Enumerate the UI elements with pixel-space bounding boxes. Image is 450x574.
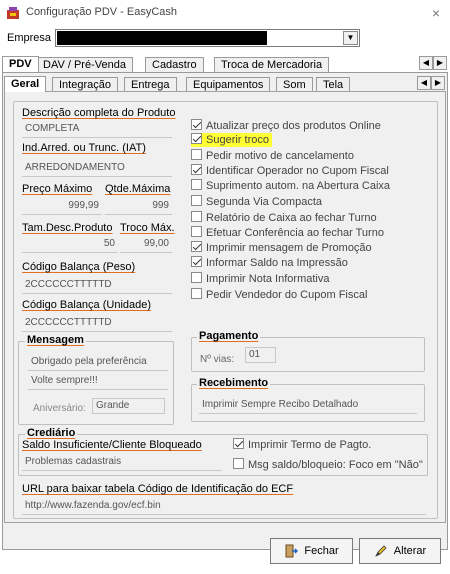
tab-geral[interactable]: Geral <box>4 76 47 92</box>
preco-max-label: Preço Máximo <box>22 183 93 195</box>
tam-desc-label: Tam.Desc.Produto <box>22 222 113 234</box>
tab-dav-pre-venda[interactable]: DAV / Pré-Venda <box>36 57 133 73</box>
checkbox-label: Sugerir troco <box>206 134 269 146</box>
checkbox-informar-saldo[interactable]: Informar Saldo na Impressão <box>191 256 348 270</box>
descricao-label: Descrição completa do Produto <box>22 107 176 119</box>
mensagem-line2-field[interactable]: Volte sempre!!! <box>28 374 168 390</box>
checkbox-box[interactable] <box>191 256 202 267</box>
checkbox-relatorio-caixa[interactable]: Relatório de Caixa ao fechar Turno <box>191 211 377 225</box>
checkbox-box[interactable] <box>233 458 244 469</box>
checkbox-box[interactable] <box>191 241 202 252</box>
recebimento-title: Recebimento <box>197 377 271 389</box>
empresa-value-redacted <box>57 31 267 45</box>
preco-max-field[interactable]: 999,99 <box>22 199 102 215</box>
checkbox-suprimento[interactable]: Suprimento autom. na Abertura Caixa <box>191 179 390 193</box>
checkbox-box[interactable] <box>191 149 202 160</box>
tab-cadastro[interactable]: Cadastro <box>145 57 204 73</box>
url-label: URL para baixar tabela Código de Identif… <box>22 483 294 495</box>
checkbox-label: Segunda Via Compacta <box>206 196 322 208</box>
checkbox-box[interactable] <box>191 133 202 144</box>
title-bar: Configuração PDV - EasyCash × <box>0 0 450 26</box>
descricao-field[interactable]: COMPLETA <box>22 122 172 138</box>
troco-max-field[interactable]: 99,00 <box>120 237 172 253</box>
app-icon <box>7 7 19 19</box>
empresa-select[interactable]: ▼ <box>55 29 360 47</box>
checkbox-pedir-vendedor[interactable]: Pedir Vendedor do Cupom Fiscal <box>191 288 367 302</box>
alterar-label: Alterar <box>393 545 427 557</box>
checkbox-label: Msg saldo/bloqueio: Foco em "Não" <box>248 459 423 471</box>
checkbox-box[interactable] <box>191 211 202 222</box>
checkbox-label: Imprimir mensagem de Promoção <box>206 242 372 254</box>
cod-peso-field[interactable]: 2CCCCCCTTTTTD <box>22 278 172 294</box>
checkbox-box[interactable] <box>191 164 202 175</box>
chevron-down-icon[interactable]: ▼ <box>343 31 358 45</box>
qtde-max-label: Qtde.Máxima <box>105 183 171 195</box>
tab-scroll-left-icon[interactable]: ◀ <box>419 56 433 70</box>
pagamento-title: Pagamento <box>197 330 261 342</box>
fechar-label: Fechar <box>304 545 339 557</box>
tam-desc-field[interactable]: 50 <box>22 237 118 253</box>
checkbox-label: Relatório de Caixa ao fechar Turno <box>206 212 377 224</box>
checkbox-box[interactable] <box>191 179 202 190</box>
checkbox-label: Identificar Operador no Cupom Fiscal <box>206 165 389 177</box>
vias-field[interactable]: 01 <box>245 347 276 363</box>
pencil-icon <box>374 545 387 557</box>
checkbox-identificar-operador[interactable]: Identificar Operador no Cupom Fiscal <box>191 164 389 178</box>
cod-unid-label: Código Balança (Unidade) <box>22 299 152 311</box>
checkbox-mensagem-promocao[interactable]: Imprimir mensagem de Promoção <box>191 241 372 255</box>
checkbox-label: Imprimir Termo de Pagto. <box>248 439 372 451</box>
vias-label: Nº vias: <box>200 354 235 365</box>
checkbox-segunda-via[interactable]: Segunda Via Compacta <box>191 195 322 209</box>
checkbox-label: Imprimir Nota Informativa <box>206 273 330 285</box>
cod-peso-label: Código Balança (Peso) <box>22 261 136 273</box>
checkbox-box[interactable] <box>191 226 202 237</box>
close-icon[interactable]: × <box>425 3 447 23</box>
saldo-insuficiente-label: Saldo Insuficiente/Cliente Bloqueado <box>22 439 202 451</box>
checkbox-label: Pedir motivo de cancelamento <box>206 150 354 162</box>
url-field[interactable]: http://www.fazenda.gov/ecf.bin <box>22 499 426 515</box>
checkbox-label: Informar Saldo na Impressão <box>206 257 348 269</box>
saldo-insuficiente-field[interactable]: Problemas cadastrais <box>22 455 222 471</box>
empresa-label: Empresa <box>7 32 52 44</box>
alterar-button[interactable]: Alterar <box>359 538 441 564</box>
recebimento-field[interactable]: Imprimir Sempre Recibo Detalhado <box>199 398 417 414</box>
checkbox-label: Efetuar Conferência ao fechar Turno <box>206 227 384 239</box>
arred-label: Ind.Arred. ou Trunc. (IAT) <box>22 142 146 154</box>
checkbox-pedir-motivo[interactable]: Pedir motivo de cancelamento <box>191 149 354 163</box>
checkbox-box[interactable] <box>233 438 244 449</box>
qtde-max-field[interactable]: 999 <box>105 199 172 215</box>
checkbox-label: Atualizar preço dos produtos Online <box>206 120 381 132</box>
checkbox-imprimir-termo[interactable]: Imprimir Termo de Pagto. <box>233 438 371 452</box>
checkbox-box[interactable] <box>191 288 202 299</box>
fechar-button[interactable]: Fechar <box>270 538 353 564</box>
exit-door-icon <box>285 544 299 558</box>
checkbox-atualizar-preco[interactable]: Atualizar preço dos produtos Online <box>191 119 381 133</box>
cod-unid-field[interactable]: 2CCCCCCTTTTTD <box>22 316 172 332</box>
inner-tab-scroll-left-icon[interactable]: ◀ <box>417 76 431 90</box>
tab-scroll-right-icon[interactable]: ▶ <box>433 56 447 70</box>
aniversario-label: Aniversário: <box>33 403 86 414</box>
checkbox-label: Suprimento autom. na Abertura Caixa <box>206 180 391 192</box>
inner-tab-scroll-right-icon[interactable]: ▶ <box>431 76 445 90</box>
crediario-title: Crediário <box>25 427 78 439</box>
window-title: Configuração PDV - EasyCash <box>26 6 178 18</box>
checkbox-msg-saldo[interactable]: Msg saldo/bloqueio: Foco em "Não" <box>233 458 423 472</box>
checkbox-label: Pedir Vendedor do Cupom Fiscal <box>206 289 368 301</box>
troco-max-label: Troco Máx. <box>120 222 175 234</box>
mensagem-line1-field[interactable]: Obrigado pela preferência <box>28 355 168 371</box>
checkbox-efetuar-conferencia[interactable]: Efetuar Conferência ao fechar Turno <box>191 226 384 240</box>
checkbox-nota-informativa[interactable]: Imprimir Nota Informativa <box>191 272 329 286</box>
checkbox-box[interactable] <box>191 272 202 283</box>
checkbox-sugerir-troco[interactable]: Sugerir troco <box>191 133 272 147</box>
checkbox-box[interactable] <box>191 195 202 206</box>
mensagem-title: Mensagem <box>25 334 86 346</box>
tab-troca-de-mercadoria[interactable]: Troca de Mercadoria <box>214 57 330 73</box>
arred-field[interactable]: ARREDONDAMENTO <box>22 161 172 177</box>
tab-pdv[interactable]: PDV <box>2 56 39 72</box>
checkbox-box[interactable] <box>191 119 202 130</box>
aniversario-field[interactable]: Grande <box>92 398 165 414</box>
